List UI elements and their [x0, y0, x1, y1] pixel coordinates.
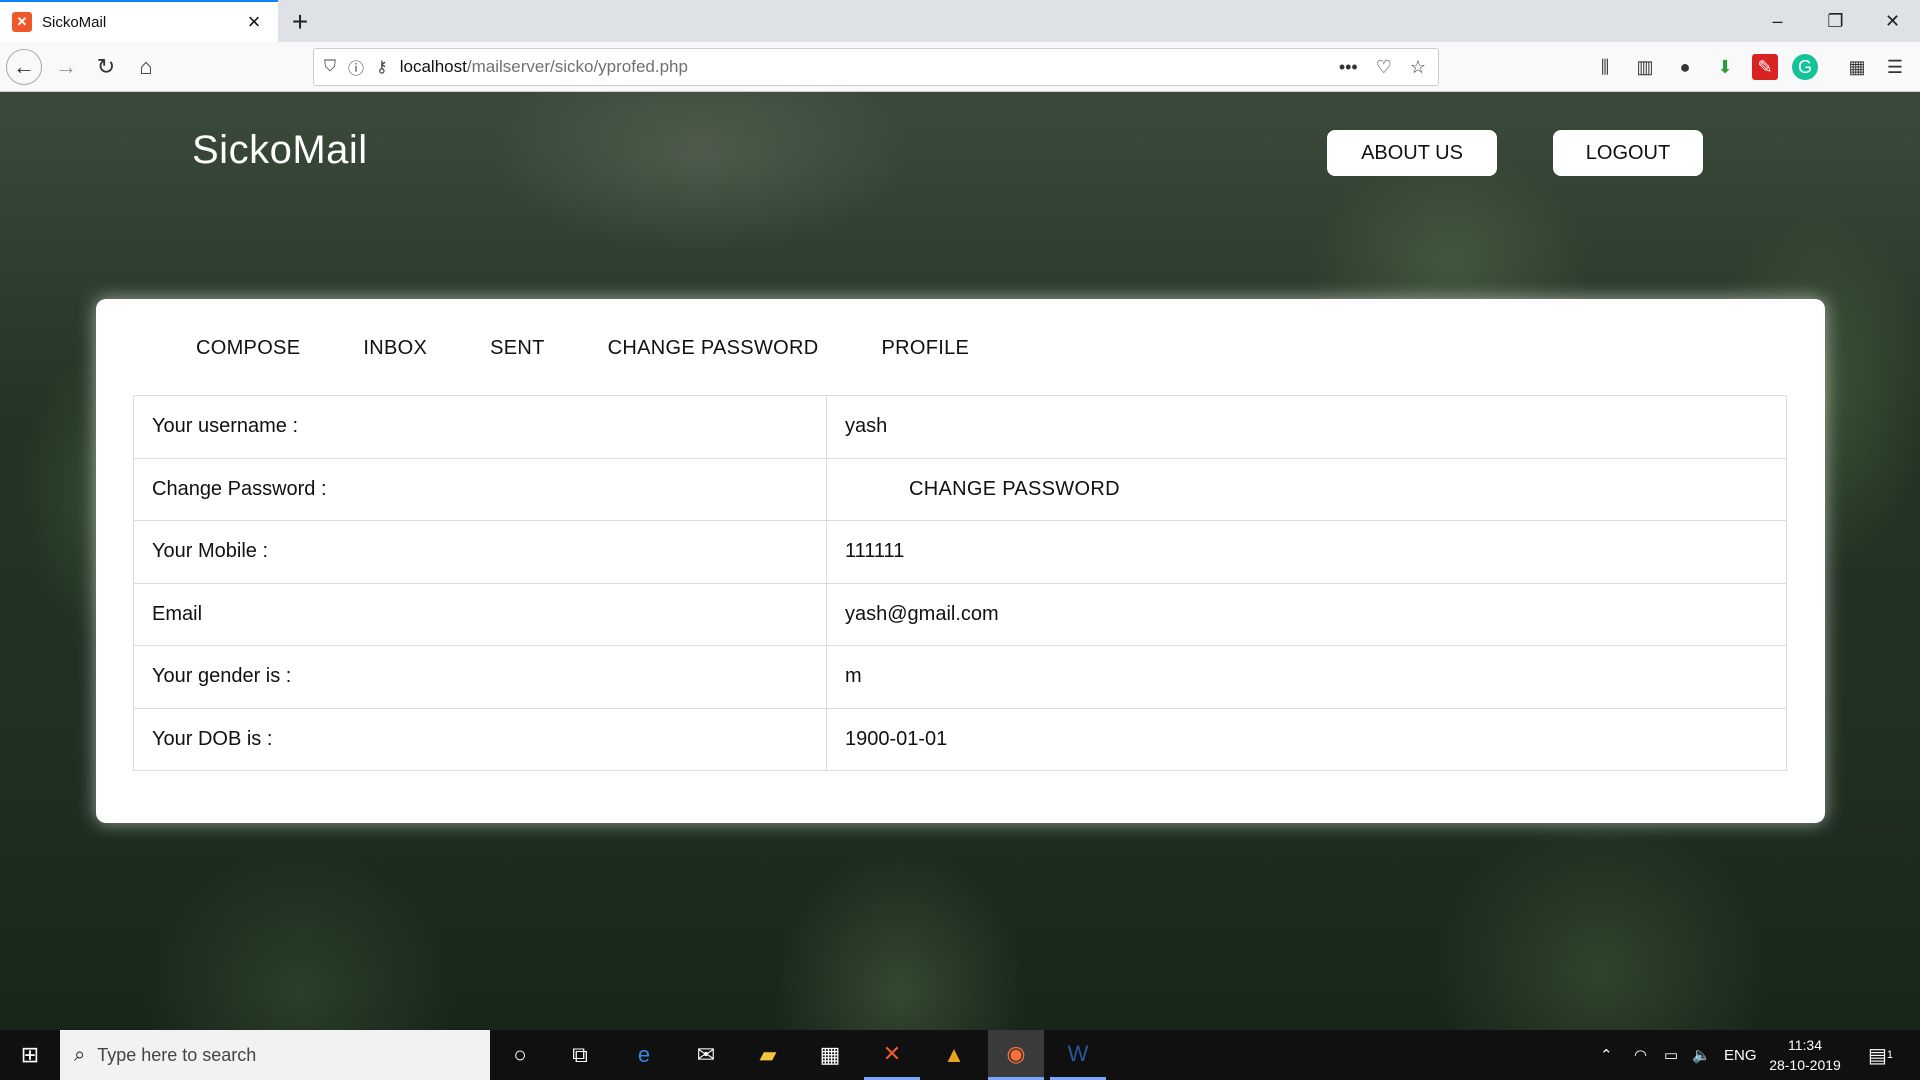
- email-label: Email: [133, 582, 827, 646]
- url-path: /mailserver/sicko/yprofed.php: [466, 57, 688, 76]
- search-icon: ⌕: [74, 1043, 86, 1066]
- url-actions: ••• ♡ ☆: [1339, 49, 1426, 85]
- table-row: Your gender is : m: [133, 645, 1787, 709]
- sidebar-icon[interactable]: ▥: [1632, 54, 1658, 80]
- menu-sent[interactable]: SENT: [490, 337, 545, 360]
- page-actions-menu-icon[interactable]: •••: [1339, 57, 1358, 78]
- task-view-icon[interactable]: ⧉: [552, 1030, 608, 1080]
- gender-value: m: [826, 645, 1787, 709]
- extension-icon[interactable]: ✎: [1752, 54, 1778, 80]
- language-indicator[interactable]: ENG: [1724, 1030, 1757, 1080]
- close-window-button[interactable]: ✕: [1865, 0, 1920, 42]
- page-background: SickoMail ABOUT US LOGOUT COMPOSE INBOX …: [0, 92, 1920, 1030]
- home-button[interactable]: ⌂: [128, 49, 164, 85]
- profile-card: COMPOSE INBOX SENT CHANGE PASSWORD PROFI…: [96, 299, 1825, 823]
- wifi-icon[interactable]: ◠: [1634, 1030, 1647, 1080]
- table-row: Your DOB is : 1900-01-01: [133, 707, 1787, 771]
- table-row: Your username : yash: [133, 395, 1787, 459]
- minimize-window-button[interactable]: –: [1750, 0, 1805, 42]
- grammarly-icon[interactable]: G: [1792, 54, 1818, 80]
- logout-button[interactable]: LOGOUT: [1553, 130, 1703, 176]
- reload-button[interactable]: ↻: [88, 49, 124, 85]
- gender-label: Your gender is :: [133, 645, 827, 709]
- app-icon[interactable]: ▲: [926, 1030, 982, 1080]
- site-brand[interactable]: SickoMail: [192, 128, 368, 173]
- restore-window-button[interactable]: ❐: [1808, 0, 1863, 42]
- taskbar-search-box[interactable]: ⌕ Type here to search: [60, 1030, 490, 1080]
- xampp-icon[interactable]: ✕: [864, 1030, 920, 1080]
- new-tab-button[interactable]: +: [284, 6, 316, 38]
- edge-browser-icon[interactable]: e: [616, 1030, 672, 1080]
- extensions-icon[interactable]: ▦: [1844, 54, 1870, 80]
- browser-tab-bar: ✕ SickoMail × + – ❐ ✕: [0, 0, 1920, 42]
- close-tab-icon[interactable]: ×: [240, 8, 268, 36]
- key-icon[interactable]: ⚷: [376, 57, 388, 77]
- show-hidden-icons-icon[interactable]: ⌃: [1600, 1030, 1613, 1080]
- clock-time: 11:34: [1788, 1037, 1822, 1053]
- battery-icon[interactable]: ▭: [1664, 1030, 1678, 1080]
- table-row: Change Password : CHANGE PASSWORD: [133, 457, 1787, 521]
- table-row: Email yash@gmail.com: [133, 582, 1787, 646]
- mobile-value: 111111: [826, 520, 1787, 584]
- menu-compose[interactable]: COMPOSE: [196, 337, 300, 360]
- notification-count: 1: [1886, 1049, 1894, 1061]
- file-explorer-icon[interactable]: ▰: [740, 1030, 796, 1080]
- change-password-button[interactable]: CHANGE PASSWORD: [845, 478, 1120, 500]
- cortana-icon[interactable]: ○: [492, 1030, 548, 1080]
- info-icon[interactable]: ⓘ: [348, 55, 364, 79]
- username-label: Your username :: [133, 395, 827, 459]
- clock-date: 28-10-2019: [1769, 1057, 1841, 1073]
- word-icon[interactable]: W: [1050, 1030, 1106, 1080]
- bookmark-star-icon[interactable]: ☆: [1410, 57, 1426, 78]
- download-helper-icon[interactable]: ⬇: [1712, 54, 1738, 80]
- pocket-icon[interactable]: ♡: [1376, 57, 1392, 78]
- clock[interactable]: 11:34 28-10-2019: [1760, 1035, 1850, 1075]
- browser-tab[interactable]: ✕ SickoMail ×: [0, 0, 278, 42]
- change-password-cell: CHANGE PASSWORD: [826, 457, 1787, 521]
- menu-hamburger-icon[interactable]: ☰: [1882, 54, 1908, 80]
- mobile-label: Your Mobile :: [133, 520, 827, 584]
- dob-value: 1900-01-01: [826, 707, 1787, 771]
- account-icon[interactable]: ●: [1672, 54, 1698, 80]
- forward-button[interactable]: →: [48, 49, 84, 85]
- email-value: yash@gmail.com: [826, 582, 1787, 646]
- search-placeholder: Type here to search: [97, 1044, 257, 1065]
- tab-title: SickoMail: [42, 13, 107, 31]
- action-center-icon[interactable]: ▤ 1: [1868, 1030, 1893, 1080]
- menu-change-password[interactable]: CHANGE PASSWORD: [608, 337, 819, 360]
- mail-menu: COMPOSE INBOX SENT CHANGE PASSWORD PROFI…: [196, 337, 1032, 360]
- volume-icon[interactable]: 🔈: [1692, 1030, 1711, 1080]
- address-bar[interactable]: ⛉ ⓘ ⚷ localhost/mailserver/sicko/yprofed…: [313, 48, 1439, 86]
- username-value: yash: [826, 395, 1787, 459]
- dob-label: Your DOB is :: [133, 707, 827, 771]
- change-password-label: Change Password :: [133, 457, 827, 521]
- windows-start-icon[interactable]: ⊞: [0, 1030, 60, 1080]
- xampp-favicon-icon: ✕: [12, 12, 32, 32]
- menu-inbox[interactable]: INBOX: [363, 337, 427, 360]
- windows-taskbar: ⊞ ⌕ Type here to search ○ ⧉ e ✉ ▰ ▦ ✕ ▲ …: [0, 1030, 1920, 1080]
- url-host: localhost: [399, 57, 467, 76]
- about-us-button[interactable]: ABOUT US: [1327, 130, 1497, 176]
- shield-icon[interactable]: ⛉: [324, 58, 336, 76]
- firefox-icon[interactable]: ◉: [988, 1030, 1044, 1080]
- browser-nav-bar: ← → ↻ ⌂ ⛉ ⓘ ⚷ localhost/mailserver/sicko…: [0, 42, 1920, 92]
- store-icon[interactable]: ▦: [802, 1030, 858, 1080]
- back-button[interactable]: ←: [6, 49, 42, 85]
- mail-app-icon[interactable]: ✉: [678, 1030, 734, 1080]
- table-row: Your Mobile : 111111: [133, 520, 1787, 584]
- menu-profile[interactable]: PROFILE: [881, 337, 969, 360]
- library-icon[interactable]: ⫼: [1592, 54, 1618, 80]
- profile-table: Your username : yash Change Password : C…: [133, 395, 1787, 771]
